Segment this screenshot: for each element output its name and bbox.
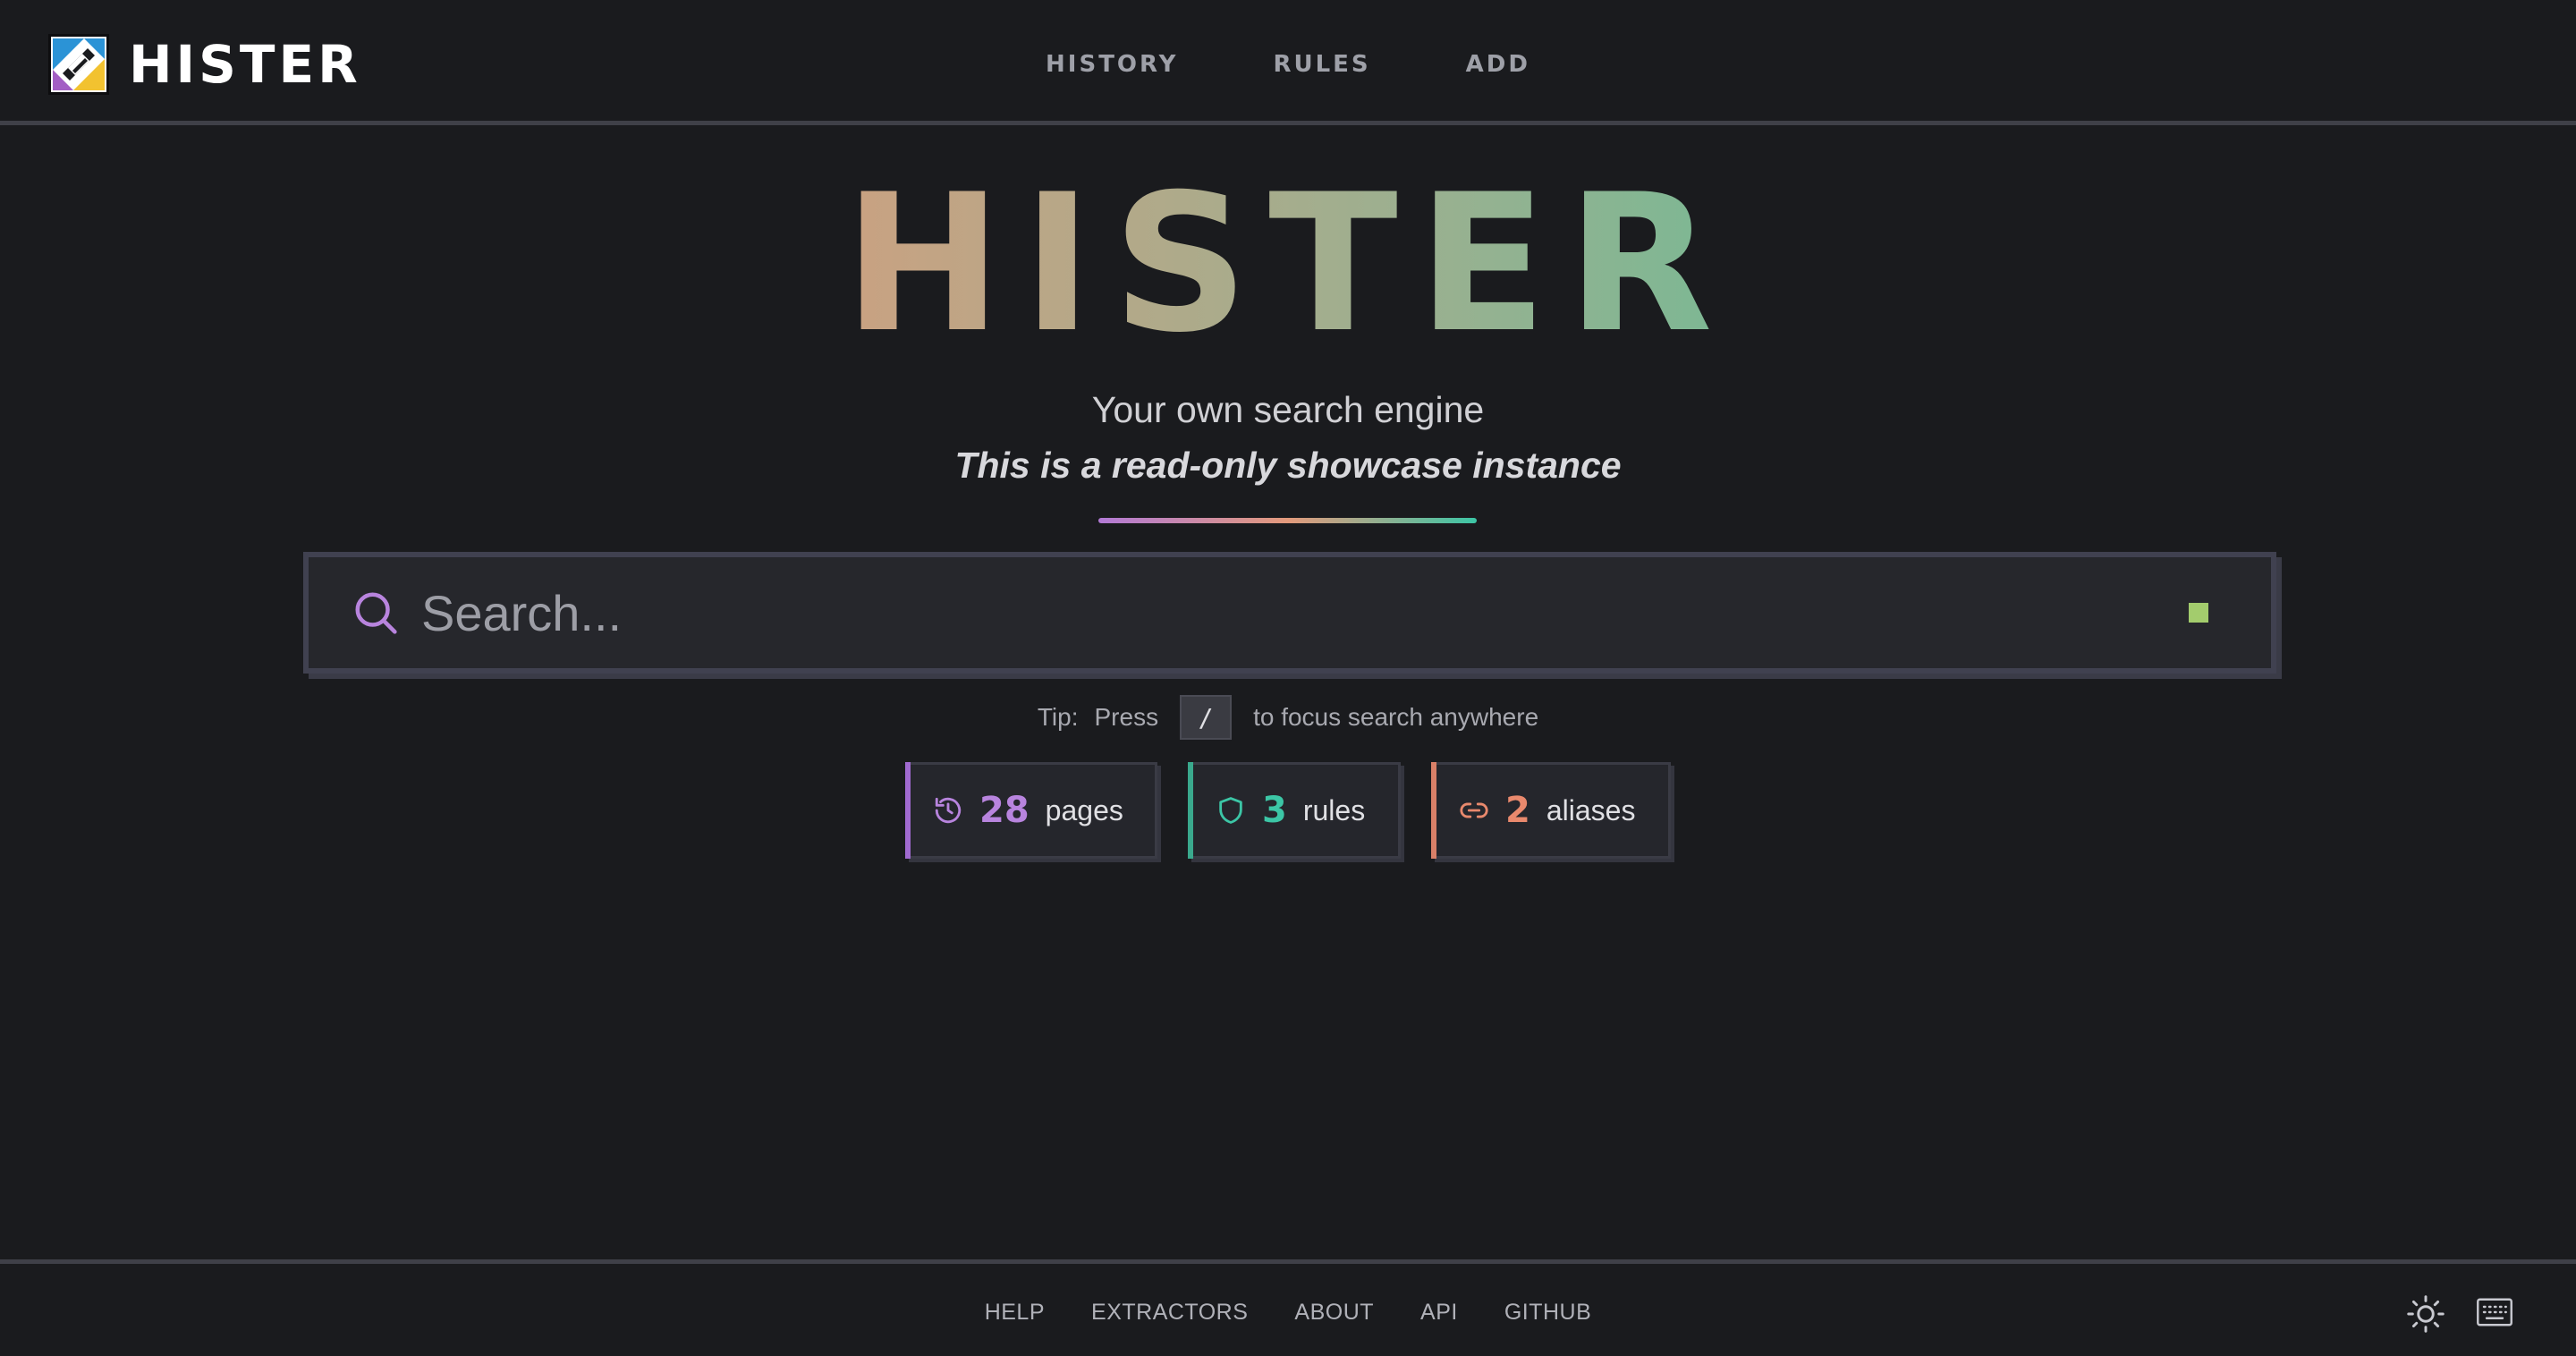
search-status-indicator — [2189, 603, 2208, 623]
stat-rules-label: rules — [1302, 793, 1366, 826]
stat-pages-count: 28 — [979, 790, 1030, 831]
search-input[interactable] — [421, 557, 2189, 668]
top-header: HISTER HISTORY RULES ADD — [0, 0, 2576, 125]
nav-rules[interactable]: RULES — [1273, 47, 1370, 82]
stat-aliases-count: 2 — [1505, 790, 1530, 831]
stat-aliases-label: aliases — [1546, 793, 1636, 826]
shield-icon — [1219, 797, 1242, 824]
stats-row: 28 pages 3 rules 2 aliases — [0, 762, 2576, 859]
hero-title: HISTER — [0, 169, 2576, 359]
slash-key-badge: / — [1180, 695, 1233, 740]
stat-rules-count: 3 — [1262, 790, 1287, 831]
keyboard-icon[interactable] — [2476, 1296, 2513, 1328]
hero-tagline: This is a read-only showcase instance — [954, 445, 1622, 486]
stat-aliases[interactable]: 2 aliases — [1431, 762, 1671, 859]
gradient-divider — [1098, 518, 1477, 523]
search-box[interactable] — [303, 552, 2276, 674]
nav-add[interactable]: ADD — [1466, 47, 1530, 82]
main-nav: HISTORY RULES ADD — [0, 47, 2576, 82]
hero-subtitle: Your own search engine — [1091, 389, 1485, 430]
footer-nav: HELP EXTRACTORS ABOUT API GITHUB — [0, 1294, 2576, 1330]
tip-prefix: Tip: — [1037, 703, 1079, 731]
stat-pages-label: pages — [1045, 793, 1123, 826]
history-icon — [935, 797, 962, 824]
nav-history[interactable]: HISTORY — [1046, 47, 1178, 82]
footer-about-link[interactable]: ABOUT — [1294, 1300, 1374, 1326]
footer-extractors-link[interactable]: EXTRACTORS — [1091, 1300, 1248, 1326]
footer: HELP EXTRACTORS ABOUT API GITHUB — [0, 1259, 2576, 1356]
sun-icon[interactable] — [2406, 1294, 2445, 1334]
stat-rules[interactable]: 3 rules — [1188, 762, 1401, 859]
tip-press: Press — [1094, 703, 1159, 731]
footer-help-link[interactable]: HELP — [985, 1300, 1045, 1326]
search-icon — [355, 592, 397, 634]
footer-api-link[interactable]: API — [1420, 1300, 1458, 1326]
tip-suffix: to focus search anywhere — [1253, 703, 1539, 731]
stat-pages[interactable]: 28 pages — [905, 762, 1157, 859]
search-tip: Tip: Press / to focus search anywhere — [0, 694, 2576, 741]
footer-github-link[interactable]: GITHUB — [1504, 1300, 1591, 1326]
link-icon — [1460, 802, 1488, 818]
